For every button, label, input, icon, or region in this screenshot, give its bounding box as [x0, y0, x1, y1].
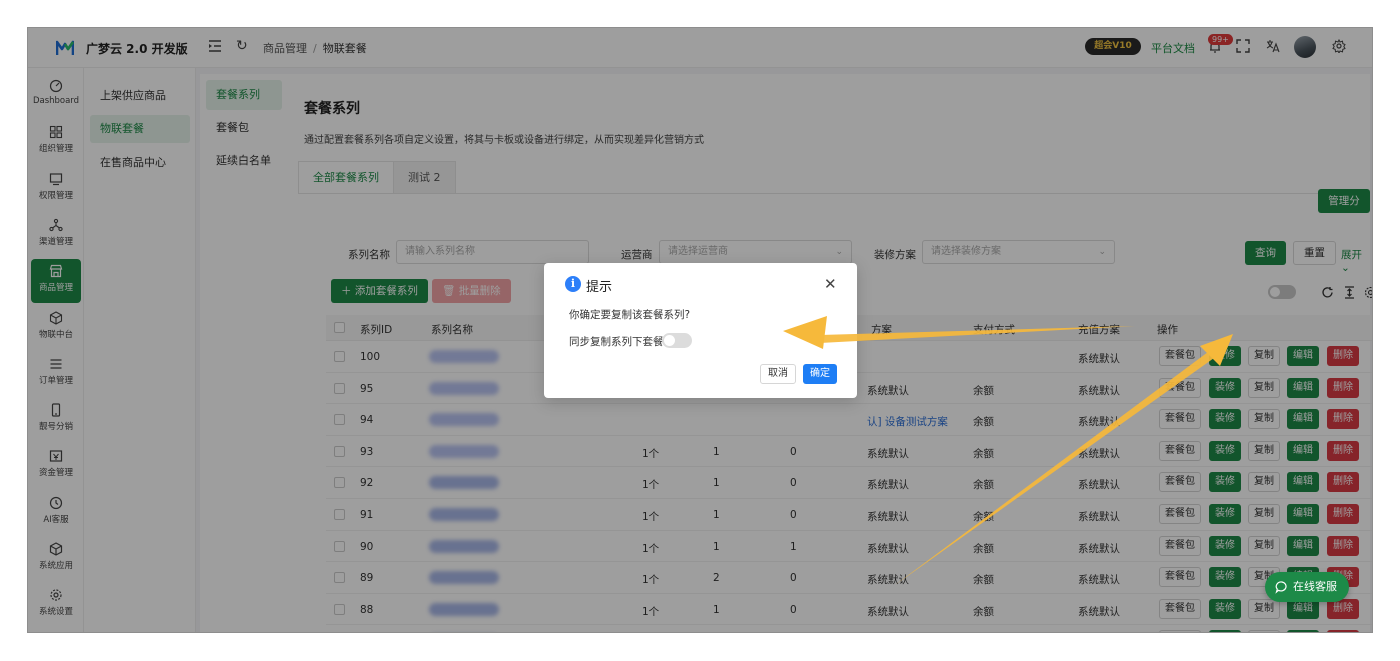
online-support-label: 在线客服: [1293, 580, 1337, 593]
confirm-dialog: i 提示 ✕ 你确定要复制该套餐系列? 同步复制系列下套餐 取消 确定: [544, 263, 857, 398]
sync-copy-label: 同步复制系列下套餐: [569, 336, 664, 348]
cancel-button[interactable]: 取消: [760, 364, 796, 384]
sync-copy-switch[interactable]: [662, 333, 692, 348]
info-icon: i: [565, 276, 581, 292]
confirm-button[interactable]: 确定: [803, 364, 837, 384]
close-icon[interactable]: ✕: [824, 275, 837, 293]
dialog-message: 你确定要复制该套餐系列?: [569, 309, 691, 321]
chat-bubble-icon: [1275, 581, 1287, 594]
online-support-button[interactable]: 在线客服: [1265, 572, 1349, 602]
dialog-title: 提示: [586, 280, 613, 295]
